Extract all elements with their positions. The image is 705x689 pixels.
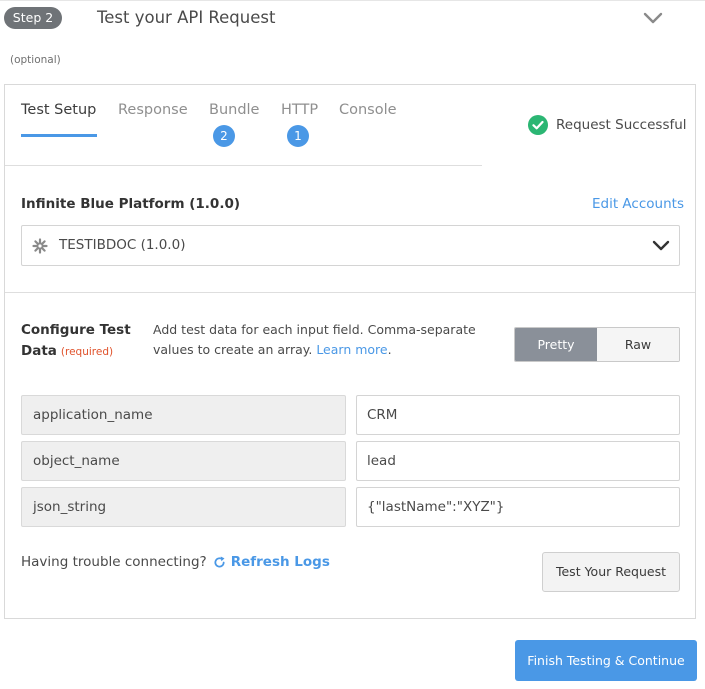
help-text: Add test data for each input field. Comm… <box>153 322 476 357</box>
request-status: Request Successful <box>528 114 687 136</box>
refresh-icon <box>214 556 225 568</box>
raw-button[interactable]: Raw <box>597 328 679 361</box>
http-count-badge: 1 <box>287 125 309 147</box>
field-key: application_name <box>21 395 346 435</box>
tab-http[interactable]: HTTP <box>281 100 318 120</box>
field-value-input[interactable] <box>356 487 680 527</box>
account-select[interactable]: TESTIBDOC (1.0.0) <box>21 225 680 266</box>
section-divider <box>5 292 695 293</box>
field-value-input[interactable] <box>356 395 680 435</box>
format-toggle: Pretty Raw <box>514 327 680 362</box>
learn-more-link[interactable]: Learn more <box>316 342 387 357</box>
optional-note: (optional) <box>10 54 61 66</box>
tab-console[interactable]: Console <box>339 100 397 120</box>
required-tag: (required) <box>60 346 114 358</box>
active-tab-indicator <box>21 134 97 137</box>
tab-bundle[interactable]: Bundle <box>209 100 259 120</box>
page: Step 2 Test your API Request (optional) … <box>0 0 705 689</box>
step-title: Test your API Request <box>97 8 276 27</box>
status-text: Request Successful <box>556 117 687 133</box>
field-key: object_name <box>21 441 346 481</box>
gear-icon <box>32 238 48 254</box>
refresh-logs-link[interactable]: Refresh Logs <box>213 554 330 570</box>
field-value-input[interactable] <box>356 441 680 481</box>
help-suffix: . <box>387 342 392 357</box>
step-badge: Step 2 <box>4 7 62 29</box>
check-circle-icon <box>528 115 548 135</box>
top-divider <box>0 0 705 1</box>
tab-divider <box>5 165 482 166</box>
account-label: Infinite Blue Platform (1.0.0) <box>21 196 241 212</box>
selected-account: TESTIBDOC (1.0.0) <box>59 237 186 253</box>
bundle-count-badge: 2 <box>213 125 235 147</box>
edit-accounts-link[interactable]: Edit Accounts <box>592 196 684 212</box>
tab-response[interactable]: Response <box>118 100 188 120</box>
configure-title: Configure Test Data (required) <box>21 320 131 363</box>
finish-testing-button[interactable]: Finish Testing & Continue <box>515 640 697 681</box>
field-key: json_string <box>21 487 346 527</box>
trouble-row: Having trouble connecting? Refresh Logs <box>21 554 330 570</box>
chevron-down-icon[interactable] <box>642 9 664 27</box>
configure-help: Add test data for each input field. Comm… <box>153 320 513 360</box>
trouble-text: Having trouble connecting? <box>21 554 207 570</box>
refresh-logs-label: Refresh Logs <box>230 554 330 570</box>
test-request-button[interactable]: Test Your Request <box>542 552 680 592</box>
pretty-button[interactable]: Pretty <box>515 328 597 361</box>
tab-test-setup[interactable]: Test Setup <box>21 100 96 120</box>
chevron-down-icon <box>652 240 670 251</box>
